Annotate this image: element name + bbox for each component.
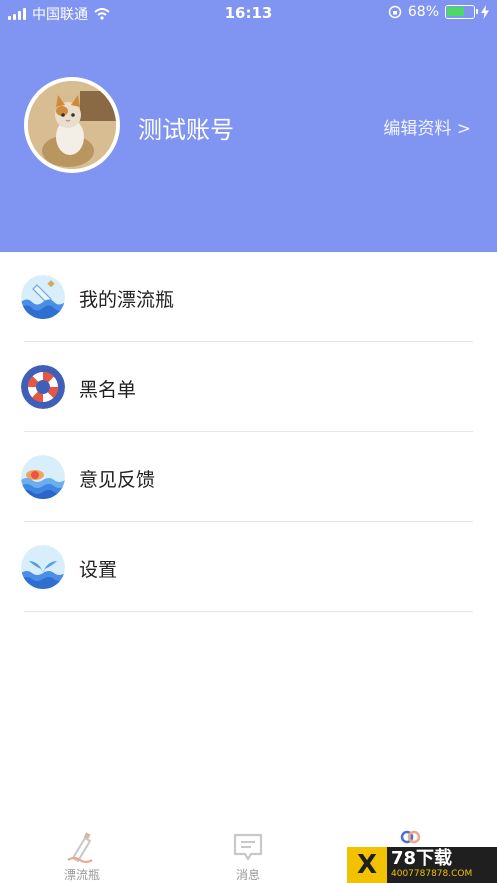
cat-photo-icon xyxy=(28,81,116,169)
site-watermark: X 78下载 4007787878.COM xyxy=(347,847,497,883)
watermark-logo-icon: X xyxy=(347,847,387,883)
avatar[interactable] xyxy=(24,77,120,173)
menu-label-my-bottles: 我的漂流瓶 xyxy=(79,289,175,311)
charging-icon xyxy=(481,5,489,19)
menu-label-settings: 设置 xyxy=(79,559,118,581)
menu-item-feedback[interactable]: 意见反馈 xyxy=(0,432,497,522)
edit-profile-link[interactable]: 编辑资料 > xyxy=(383,114,471,139)
tab-bar: 漂流瓶 消息 X 78下载 4007787878.COM xyxy=(0,820,497,883)
message-icon xyxy=(233,833,263,861)
tab-bottle[interactable]: 漂流瓶 xyxy=(22,830,142,883)
bottle-icon xyxy=(67,832,93,863)
watermark-url: 4007787878.COM xyxy=(391,869,473,879)
user-name: 测试账号 xyxy=(138,116,234,144)
tab-label-messages: 消息 xyxy=(235,868,260,882)
bottle-wave-icon xyxy=(21,275,65,319)
tab-messages[interactable]: 消息 xyxy=(188,830,308,883)
battery-percent: 68% xyxy=(407,4,439,20)
menu-label-feedback: 意见反馈 xyxy=(79,469,156,491)
menu-item-my-bottles[interactable]: 我的漂流瓶 xyxy=(0,252,497,342)
watermark-brand: 78下载 xyxy=(391,848,453,869)
rotation-lock-icon xyxy=(388,5,402,19)
profile-header: 中国联通 16:13 68% 测试账号 编辑资料 > xyxy=(0,0,497,252)
battery-icon xyxy=(445,5,478,19)
menu-label-blacklist: 黑名单 xyxy=(79,379,137,401)
menu-item-blacklist[interactable]: 黑名单 xyxy=(0,342,497,432)
menu-list: 我的漂流瓶 黑名单 意见反馈 设置 xyxy=(0,252,497,612)
menu-item-settings[interactable]: 设置 xyxy=(0,522,497,612)
status-bar: 中国联通 16:13 68% xyxy=(0,0,497,26)
lifebuoy-icon xyxy=(21,365,65,409)
tab-label-bottle: 漂流瓶 xyxy=(63,868,100,882)
whale-tail-icon xyxy=(21,545,65,589)
sunset-sea-icon xyxy=(21,455,65,499)
divider xyxy=(24,611,473,612)
